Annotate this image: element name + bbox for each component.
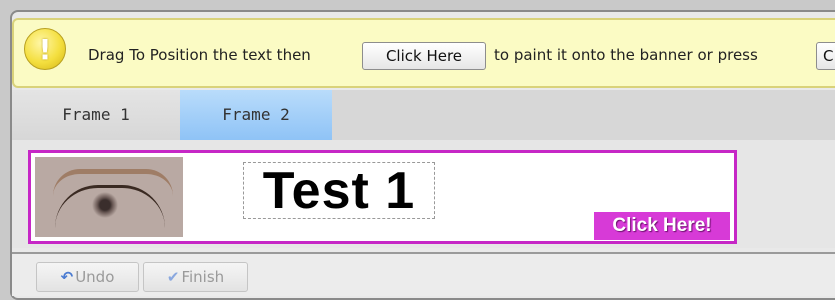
finish-button[interactable]: ✔ Finish bbox=[143, 262, 248, 292]
notice-text-before: Drag To Position the text then bbox=[88, 46, 311, 64]
eye-image bbox=[35, 157, 183, 237]
cancel-button[interactable]: C bbox=[816, 42, 835, 70]
banner-click-here-badge: Click Here! bbox=[594, 212, 730, 240]
tab-frame-2[interactable]: Frame 2 bbox=[180, 90, 332, 140]
notice-text-after: to paint it onto the banner or press bbox=[494, 46, 758, 64]
undo-label: Undo bbox=[75, 268, 115, 286]
warning-exclamation-icon: ! bbox=[24, 28, 66, 70]
draggable-banner-text[interactable]: Test 1 bbox=[243, 162, 435, 219]
paint-click-here-button[interactable]: Click Here bbox=[362, 42, 486, 70]
tab-frame-1[interactable]: Frame 1 bbox=[12, 90, 180, 140]
undo-arrow-icon: ↶ bbox=[60, 268, 74, 286]
finish-label: Finish bbox=[181, 268, 225, 286]
undo-button[interactable]: ↶ Undo bbox=[36, 262, 139, 292]
checkmark-icon: ✔ bbox=[166, 268, 180, 286]
